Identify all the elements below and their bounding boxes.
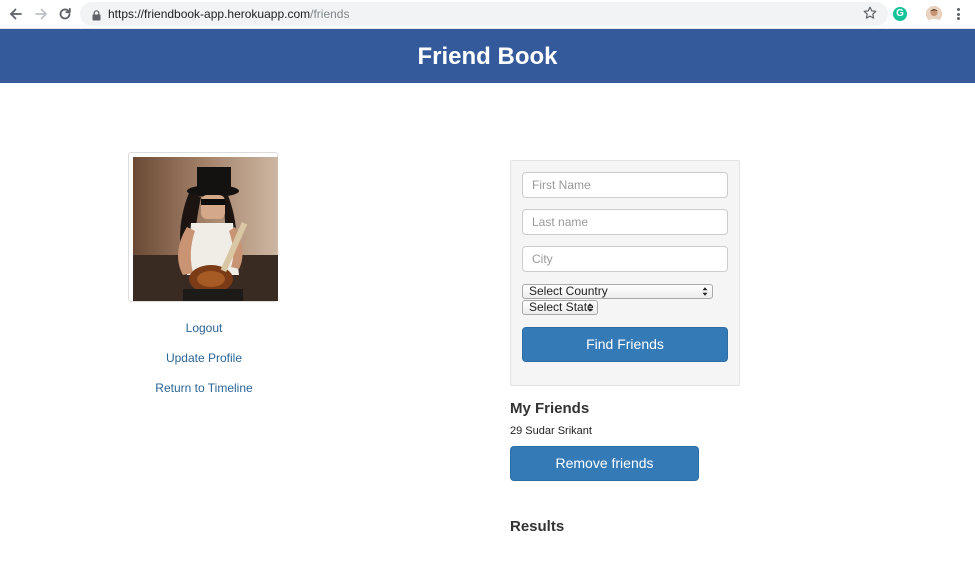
profile-picture: [133, 157, 278, 301]
return-to-timeline-link[interactable]: Return to Timeline: [118, 381, 290, 395]
profile-picture-frame: [128, 152, 278, 302]
app-title: Friend Book: [417, 43, 558, 70]
last-name-input[interactable]: [522, 209, 728, 235]
remove-friends-button[interactable]: Remove friends: [510, 446, 699, 481]
country-select-value: Select Country: [529, 284, 608, 298]
state-select-value: Select State: [529, 300, 594, 314]
address-bar[interactable]: https://friendbook-app.herokuapp.com/fri…: [80, 2, 888, 26]
results-heading: Results: [510, 518, 565, 535]
city-input[interactable]: [522, 246, 728, 272]
reload-icon[interactable]: [55, 4, 75, 24]
update-profile-link[interactable]: Update Profile: [118, 351, 290, 365]
app-header: Friend Book: [0, 29, 975, 83]
forward-arrow-icon[interactable]: [31, 4, 51, 24]
grammarly-extension-icon[interactable]: G: [893, 7, 907, 21]
select-arrows-icon: [702, 286, 708, 297]
select-arrows-icon: [587, 302, 593, 313]
country-select[interactable]: Select Country: [522, 284, 713, 299]
lock-icon: [92, 8, 101, 26]
browser-profile-avatar[interactable]: [926, 6, 942, 22]
url-text: https://friendbook-app.herokuapp.com/fri…: [108, 6, 349, 22]
back-arrow-icon[interactable]: [6, 4, 26, 24]
first-name-input[interactable]: [522, 172, 728, 198]
url-path: /friends: [310, 7, 350, 21]
find-friends-button[interactable]: Find Friends: [522, 327, 728, 362]
friend-list-item: 29 Sudar Srikant: [510, 425, 592, 437]
bookmark-star-icon[interactable]: [862, 5, 878, 26]
state-select[interactable]: Select State: [522, 300, 598, 315]
browser-toolbar: https://friendbook-app.herokuapp.com/fri…: [0, 0, 975, 29]
browser-menu-icon[interactable]: [953, 6, 963, 22]
logout-link[interactable]: Logout: [118, 321, 290, 335]
my-friends-heading: My Friends: [510, 400, 590, 417]
url-host: https://friendbook-app.herokuapp.com: [108, 7, 311, 21]
